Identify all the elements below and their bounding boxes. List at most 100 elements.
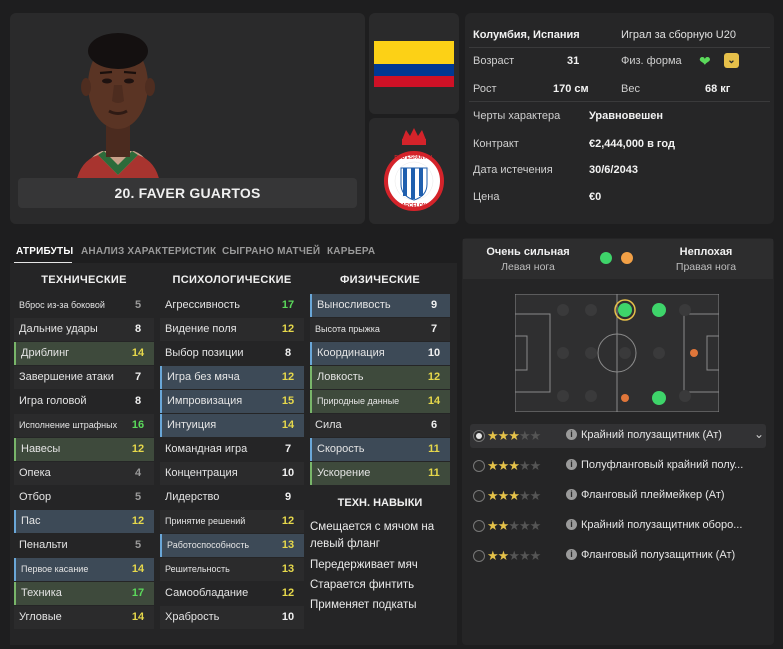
- attribute-name: Скорость: [317, 443, 365, 455]
- attribute-name: Высота прыжка: [315, 324, 380, 334]
- right-foot: Неплохая Правая нога: [656, 246, 756, 273]
- attribute-name: Природные данные: [317, 396, 400, 406]
- attribute-row[interactable]: Дриблинг 14: [14, 342, 154, 365]
- star-icon: ★: [497, 548, 510, 563]
- svg-text:RCD ESPANYOL: RCD ESPANYOL: [394, 155, 433, 161]
- role-row[interactable]: ★★★★★ i Фланговый плеймейкер (Ат): [470, 484, 766, 508]
- price-value: €0: [589, 191, 602, 203]
- attribute-row[interactable]: Ловкость 12: [310, 366, 450, 389]
- attribute-row[interactable]: Завершение атаки 7: [14, 366, 154, 389]
- attribute-row[interactable]: Техника 17: [14, 582, 154, 605]
- attribute-name: Навесы: [21, 443, 61, 455]
- tab-attributes[interactable]: АТРИБУТЫ: [16, 246, 73, 257]
- attribute-value: 7: [284, 443, 292, 455]
- attribute-row[interactable]: Игра без мяча 12: [160, 366, 304, 389]
- info-icon[interactable]: i: [566, 549, 577, 560]
- attribute-name: Работоспособность: [167, 540, 250, 550]
- trait-item: Смещается с мячом на: [310, 521, 435, 533]
- trait-item: Применяет подкаты: [310, 599, 417, 611]
- attribute-row[interactable]: Дальние удары 8: [14, 318, 154, 341]
- club-badge-panel[interactable]: RCD ESPANYOL BARCELONA: [369, 118, 459, 224]
- role-row[interactable]: ★★★★★ i Полуфланговый крайний полу...: [470, 454, 766, 478]
- role-radio[interactable]: [473, 550, 485, 562]
- role-radio[interactable]: [473, 460, 485, 472]
- positions-pitch: [515, 294, 719, 412]
- left-foot-level: Очень сильная: [486, 246, 570, 258]
- attribute-value: 13: [281, 563, 295, 575]
- attribute-row[interactable]: Лидерство 9: [160, 486, 304, 509]
- right-foot-dot-icon: [621, 252, 633, 264]
- role-radio[interactable]: [473, 520, 485, 532]
- role-row[interactable]: ★★★★★ i Крайний полузащитник (Ат) ⌄: [470, 424, 766, 448]
- attribute-row[interactable]: Командная игра 7: [160, 438, 304, 461]
- chevron-down-icon[interactable]: ⌄: [724, 53, 739, 68]
- player-photo-panel: 20. FAVER GUARTOS: [10, 13, 365, 224]
- attribute-row[interactable]: Работоспособность 13: [160, 534, 304, 557]
- attribute-row[interactable]: Координация 10: [310, 342, 450, 365]
- weight-label: Вес: [621, 83, 640, 95]
- attribute-row[interactable]: Выносливость 9: [310, 294, 450, 317]
- chevron-down-icon[interactable]: ⌄: [754, 427, 764, 441]
- role-radio[interactable]: [473, 430, 485, 442]
- attribute-row[interactable]: Ускорение 11: [310, 462, 450, 485]
- attribute-row[interactable]: Принятие решений 12: [160, 510, 304, 533]
- tab-analysis[interactable]: АНАЛИЗ ХАРАКТЕРИСТИК: [81, 246, 216, 257]
- attribute-row[interactable]: Угловые 14: [14, 606, 154, 629]
- info-icon[interactable]: i: [566, 489, 577, 500]
- attribute-row[interactable]: Навесы 12: [14, 438, 154, 461]
- attribute-value: 8: [284, 347, 292, 359]
- attribute-value: 14: [131, 347, 145, 359]
- attribute-row[interactable]: Первое касание 14: [14, 558, 154, 581]
- attribute-name: Дальние удары: [19, 323, 98, 335]
- attribute-row[interactable]: Видение поля 12: [160, 318, 304, 341]
- attribute-row[interactable]: Агрессивность 17: [160, 294, 304, 317]
- attribute-name: Пенальти: [19, 539, 68, 551]
- attribute-row[interactable]: Исполнение штрафных 16: [14, 414, 154, 437]
- attribute-row[interactable]: Игра головой 8: [14, 390, 154, 413]
- attribute-row[interactable]: Пас 12: [14, 510, 154, 533]
- attribute-row[interactable]: Выбор позиции 8: [160, 342, 304, 365]
- attribute-value: 8: [134, 323, 142, 335]
- position-st-dot[interactable]: [690, 349, 698, 357]
- attribute-row[interactable]: Пенальти 5: [14, 534, 154, 557]
- attribute-row[interactable]: Храбрость 10: [160, 606, 304, 629]
- attribute-value: 11: [428, 467, 440, 479]
- attribute-row[interactable]: Импровизация 15: [160, 390, 304, 413]
- attribute-row[interactable]: Природные данные 14: [310, 390, 450, 413]
- player-portrait: [76, 33, 160, 183]
- role-row[interactable]: ★★★★★ i Крайний полузащитник оборо...: [470, 514, 766, 538]
- role-radio[interactable]: [473, 490, 485, 502]
- attribute-value: 10: [427, 347, 441, 359]
- attribute-row[interactable]: Отбор 5: [14, 486, 154, 509]
- attribute-name: Храбрость: [165, 611, 220, 623]
- attribute-row[interactable]: Высота прыжка 7: [310, 318, 450, 341]
- tab-career[interactable]: КАРЬЕРА: [327, 246, 375, 257]
- attribute-value: 10: [281, 611, 295, 623]
- position-mr-dot[interactable]: [621, 394, 629, 402]
- attribute-row[interactable]: Самообладание 12: [160, 582, 304, 605]
- info-icon[interactable]: i: [566, 459, 577, 470]
- attribute-value: 8: [134, 395, 142, 407]
- attribute-row[interactable]: Вброс из-за боковой 5: [14, 294, 154, 317]
- position-aml-dot[interactable]: [652, 303, 666, 317]
- attribute-row[interactable]: Сила 6: [310, 414, 450, 437]
- tab-matches[interactable]: СЫГРАНО МАТЧЕЙ: [222, 246, 320, 257]
- attribute-value: 14: [131, 611, 145, 623]
- info-icon[interactable]: i: [566, 429, 577, 440]
- position-amr-dot[interactable]: [652, 391, 666, 405]
- attribute-row[interactable]: Решительность 13: [160, 558, 304, 581]
- info-icon[interactable]: i: [566, 519, 577, 530]
- role-rating-stars-icon: ★★★★★: [487, 518, 541, 534]
- attribute-row[interactable]: Концентрация 10: [160, 462, 304, 485]
- role-row[interactable]: ★★★★★ i Фланговый полузащитник (Ат): [470, 544, 766, 568]
- attribute-row[interactable]: Скорость 11: [310, 438, 450, 461]
- attribute-row[interactable]: Интуиция 14: [160, 414, 304, 437]
- star-icon: ★: [518, 548, 531, 563]
- attribute-name: Исполнение штрафных: [19, 420, 118, 430]
- role-rating-stars-icon: ★★★★★: [487, 428, 541, 444]
- role-rating-stars-icon: ★★★★★: [487, 488, 541, 504]
- attribute-row[interactable]: Опека 4: [14, 462, 154, 485]
- position-aml-dot[interactable]: [618, 303, 632, 317]
- technical-header: ТЕХНИЧЕСКИЕ: [41, 274, 127, 286]
- fitness-label: Физ. форма: [621, 55, 682, 67]
